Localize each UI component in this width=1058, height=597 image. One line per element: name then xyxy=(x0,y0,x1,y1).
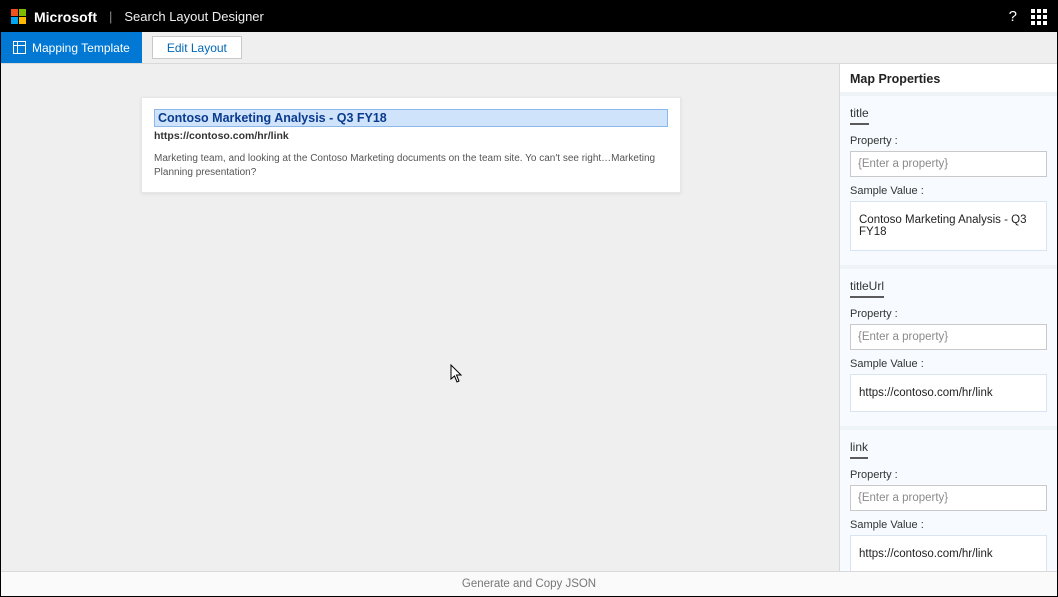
tab-mapping-label: Mapping Template xyxy=(32,41,130,55)
edit-layout-button[interactable]: Edit Layout xyxy=(152,36,242,59)
property-label: Property : xyxy=(850,469,1047,481)
app-name-label: Search Layout Designer xyxy=(124,9,263,24)
property-input[interactable] xyxy=(850,151,1047,177)
app-header: Microsoft | Search Layout Designer ? xyxy=(1,1,1057,32)
generate-json-label: Generate and Copy JSON xyxy=(462,578,596,590)
property-input[interactable] xyxy=(850,324,1047,350)
result-card[interactable]: Contoso Marketing Analysis - Q3 FY18 htt… xyxy=(141,97,681,193)
brand-label: Microsoft xyxy=(34,9,97,25)
property-block-link: link Property : Sample Value : https://c… xyxy=(840,426,1057,571)
header-right: ? xyxy=(1009,8,1047,25)
cursor-icon xyxy=(450,364,464,389)
app-launcher-icon[interactable] xyxy=(1031,9,1047,25)
property-block-titleurl: titleUrl Property : Sample Value : https… xyxy=(840,265,1057,426)
help-icon[interactable]: ? xyxy=(1009,8,1017,25)
result-snippet: Marketing team, and looking at the Conto… xyxy=(154,152,668,179)
template-icon xyxy=(13,41,26,54)
sample-value: Contoso Marketing Analysis - Q3 FY18 xyxy=(850,201,1047,251)
result-url: https://contoso.com/hr/link xyxy=(154,130,668,142)
preview-canvas: Contoso Marketing Analysis - Q3 FY18 htt… xyxy=(1,64,839,571)
property-label: Property : xyxy=(850,308,1047,320)
panel-heading: Map Properties xyxy=(840,64,1057,92)
result-title[interactable]: Contoso Marketing Analysis - Q3 FY18 xyxy=(154,109,668,127)
main-area: Contoso Marketing Analysis - Q3 FY18 htt… xyxy=(1,64,1057,571)
property-name: title xyxy=(850,106,869,125)
divider-icon: | xyxy=(109,9,112,24)
header-left: Microsoft | Search Layout Designer xyxy=(11,9,264,25)
sample-value: https://contoso.com/hr/link xyxy=(850,535,1047,571)
generate-json-button[interactable]: Generate and Copy JSON xyxy=(1,571,1057,596)
sample-value-label: Sample Value : xyxy=(850,358,1047,370)
sample-value-label: Sample Value : xyxy=(850,519,1047,531)
property-label: Property : xyxy=(850,135,1047,147)
property-input[interactable] xyxy=(850,485,1047,511)
toolbar: Mapping Template Edit Layout xyxy=(1,32,1057,64)
sample-value-label: Sample Value : xyxy=(850,185,1047,197)
tab-mapping-template[interactable]: Mapping Template xyxy=(1,32,142,63)
property-name: link xyxy=(850,440,868,459)
property-block-title: title Property : Sample Value : Contoso … xyxy=(840,92,1057,265)
properties-panel: Map Properties title Property : Sample V… xyxy=(839,64,1057,571)
microsoft-logo-icon xyxy=(11,9,26,24)
property-name: titleUrl xyxy=(850,279,884,298)
sample-value: https://contoso.com/hr/link xyxy=(850,374,1047,412)
edit-layout-label: Edit Layout xyxy=(167,41,227,55)
